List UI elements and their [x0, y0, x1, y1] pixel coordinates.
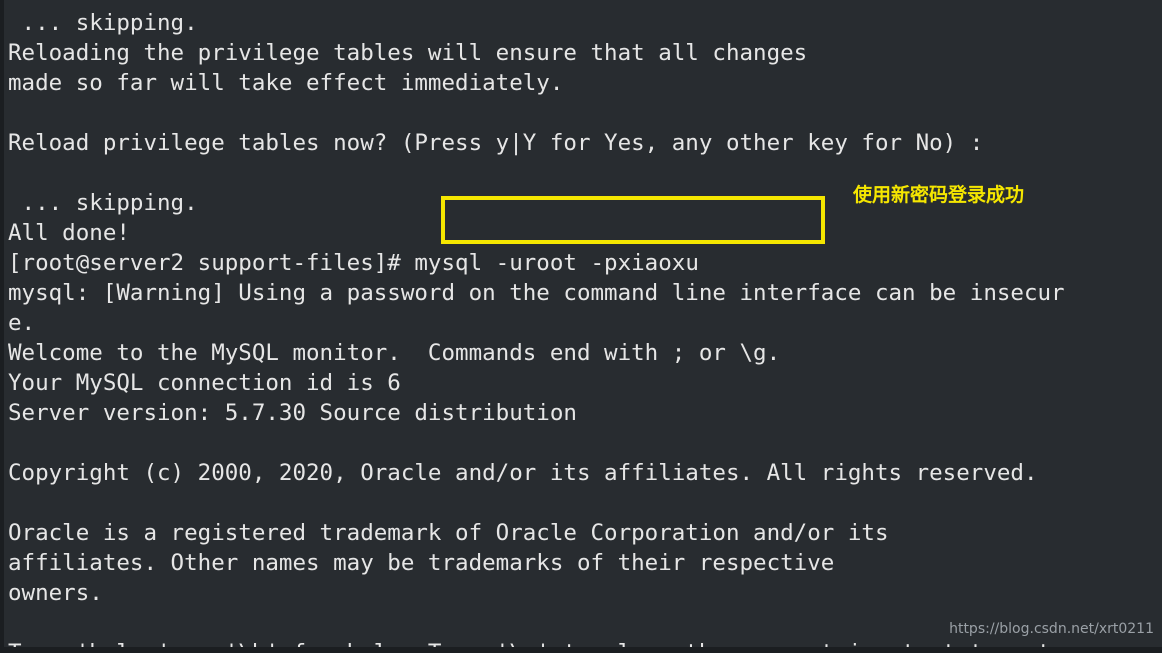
terminal-line: owners. — [8, 580, 103, 606]
shell-command-line: [root@server2 support-files]# mysql -uro… — [4, 248, 1162, 278]
terminal-line: made so far will take effect immediately… — [8, 70, 564, 96]
terminal-line: ... skipping. — [8, 10, 198, 36]
terminal-line: Server version: 5.7.30 Source distributi… — [8, 400, 577, 426]
watermark-url: https://blog.csdn.net/xrt0211 — [949, 621, 1154, 637]
terminal-line: Reload privilege tables now? (Press y|Y … — [8, 130, 984, 156]
terminal-line: Your MySQL connection id is 6 — [8, 370, 401, 396]
terminal-line: Type 'help;' or '\h' for help. Type '\c'… — [8, 640, 1065, 653]
terminal-line: Copyright (c) 2000, 2020, Oracle and/or … — [8, 460, 1038, 486]
terminal-window[interactable]: ... skipping. Reloading the privilege ta… — [0, 0, 1162, 653]
typed-command[interactable]: mysql -uroot -pxiaoxu — [414, 250, 698, 276]
terminal-line: Reloading the privilege tables will ensu… — [8, 40, 808, 66]
terminal-line: Welcome to the MySQL monitor. Commands e… — [8, 340, 781, 366]
terminal-line: e. — [8, 310, 36, 336]
terminal-line: mysql: [Warning] Using a password on the… — [8, 280, 1065, 306]
shell-prompt: [root@server2 support-files]# — [8, 250, 415, 276]
terminal-output: ... skipping. Reloading the privilege ta… — [4, 8, 1162, 653]
annotation-label: 使用新密码登录成功 — [853, 184, 1025, 206]
terminal-line: affiliates. Other names may be trademark… — [8, 550, 835, 576]
terminal-line: Oracle is a registered trademark of Orac… — [8, 520, 889, 546]
terminal-line: All done! — [8, 220, 130, 246]
